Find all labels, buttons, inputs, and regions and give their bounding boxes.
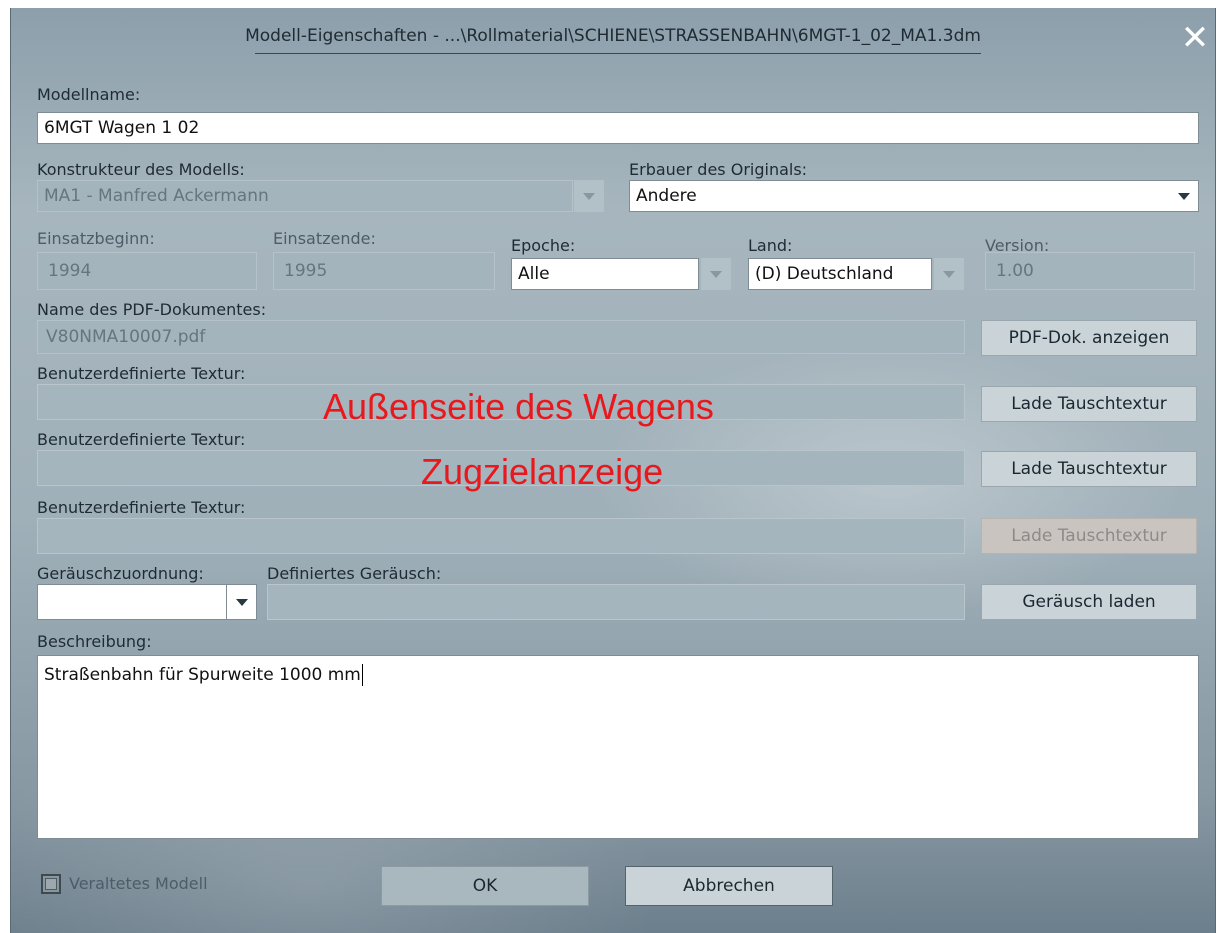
country-select[interactable]: (D) Deutschland	[748, 258, 932, 290]
texture-3-input[interactable]	[37, 518, 965, 554]
chevron-down-icon	[1177, 192, 1190, 200]
texture-3-label: Benutzerdefinierte Textur:	[37, 498, 246, 517]
defined-sound-input[interactable]	[267, 584, 965, 620]
manufacturer-label: Erbauer des Originals:	[629, 160, 808, 179]
checkbox-box-icon	[45, 878, 57, 890]
obsolete-checkbox[interactable]	[41, 874, 61, 894]
pdf-input[interactable]: V80NMA10007.pdf	[37, 320, 965, 354]
obsolete-label: Veraltetes Modell	[69, 874, 208, 893]
service-end-label: Einsatzende:	[273, 229, 376, 248]
manufacturer-dropdown-button[interactable]	[1169, 180, 1199, 212]
sound-assignment-select[interactable]	[37, 584, 227, 620]
texture-2-annotation: Zugzielanzeige	[421, 451, 664, 492]
epoch-select[interactable]: Alle	[511, 258, 699, 290]
texture-2-label: Benutzerdefinierte Textur:	[37, 430, 246, 449]
chevron-down-icon	[710, 270, 722, 278]
manufacturer-select[interactable]: Andere	[629, 180, 1169, 212]
service-end-input[interactable]: 1995	[273, 252, 495, 290]
text-caret	[361, 664, 363, 686]
country-dropdown-button[interactable]	[934, 258, 964, 290]
service-start-input[interactable]: 1994	[37, 252, 257, 290]
sound-assignment-label: Geräuschzuordnung:	[37, 564, 204, 583]
sound-dropdown-button[interactable]	[227, 584, 257, 620]
defined-sound-label: Definiertes Geräusch:	[267, 564, 442, 583]
version-input[interactable]: 1.00	[985, 252, 1195, 290]
model-properties-dialog: Modell-Eigenschaften - ...\Rollmaterial\…	[10, 8, 1216, 933]
title-underline	[255, 53, 981, 54]
texture-1-label: Benutzerdefinierte Textur:	[37, 364, 246, 383]
texture-1-annotation: Außenseite des Wagens	[323, 386, 714, 427]
pdf-label: Name des PDF-Dokumentes:	[37, 300, 267, 319]
country-label: Land:	[748, 236, 793, 255]
load-texture-2-button[interactable]: Lade Tauschtextur	[981, 451, 1197, 487]
designer-select[interactable]: MA1 - Manfred Ackermann	[37, 180, 573, 212]
description-label: Beschreibung:	[37, 632, 152, 651]
dialog-title: Modell-Eigenschaften - ...\Rollmaterial\…	[245, 26, 981, 46]
show-pdf-button[interactable]: PDF-Dok. anzeigen	[981, 320, 1197, 356]
epoch-dropdown-button[interactable]	[701, 258, 731, 290]
chevron-down-icon	[943, 270, 955, 278]
designer-label: Konstrukteur des Modells:	[37, 160, 245, 179]
load-texture-3-button[interactable]: Lade Tauschtextur	[981, 518, 1197, 554]
epoch-label: Epoche:	[511, 236, 576, 255]
load-sound-button[interactable]: Geräusch laden	[981, 584, 1197, 620]
cancel-button[interactable]: Abbrechen	[625, 866, 833, 906]
load-texture-1-button[interactable]: Lade Tauschtextur	[981, 386, 1197, 422]
description-textarea[interactable]: Straßenbahn für Spurweite 1000 mm	[37, 655, 1199, 839]
model-name-label: Modellname:	[37, 85, 141, 104]
service-start-label: Einsatzbeginn:	[37, 229, 155, 248]
ok-button[interactable]: OK	[381, 866, 589, 906]
chevron-down-icon	[583, 192, 595, 200]
designer-dropdown-button[interactable]	[574, 180, 604, 212]
close-icon[interactable]: ✕	[1177, 20, 1213, 56]
chevron-down-icon	[235, 598, 248, 606]
model-name-input[interactable]: 6MGT Wagen 1 02	[37, 112, 1199, 144]
description-text: Straßenbahn für Spurweite 1000 mm	[44, 665, 361, 685]
